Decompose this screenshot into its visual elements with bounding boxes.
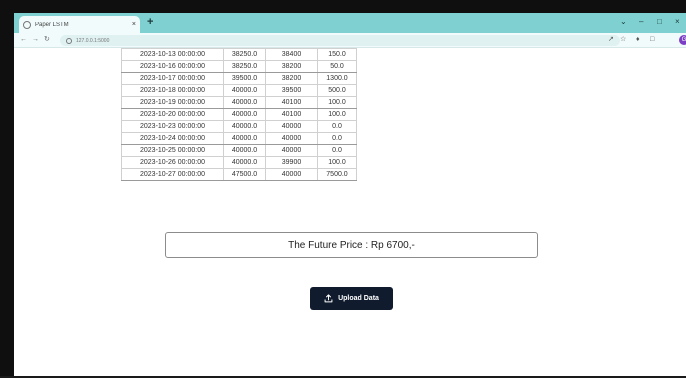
table-body: 2023-10-13 00:00:00 38250.0 38400 150.0 2023… bbox=[121, 48, 357, 181]
table-row: 2023-10-25 00:00:00 40000.0 40000 0.0 bbox=[121, 144, 357, 157]
table-row: 2023-10-17 00:00:00 39500.0 38200 1300.0 bbox=[121, 72, 357, 85]
table-row: 2023-10-13 00:00:00 38250.0 38400 150.0 bbox=[121, 48, 357, 61]
table-cell: 40000.0 bbox=[223, 156, 266, 169]
table-cell: 2023-10-13 00:00:00 bbox=[121, 48, 224, 61]
table-cell: 0.0 bbox=[317, 120, 357, 133]
table-cell: 2023-10-27 00:00:00 bbox=[121, 168, 224, 181]
table-cell: 40000.0 bbox=[223, 84, 266, 97]
table-cell: 1300.0 bbox=[317, 72, 357, 85]
table-cell: 2023-10-17 00:00:00 bbox=[121, 72, 224, 85]
browser-address-bar: ← → ↻ 127.0.0.1:5000 ↗ ☆ ♦ □ G ⋮ bbox=[14, 33, 686, 48]
screen-frame-left bbox=[0, 13, 14, 378]
table-row: 2023-10-16 00:00:00 38250.0 38200 50.0 bbox=[121, 60, 357, 73]
table-cell: 40000.0 bbox=[223, 108, 266, 121]
side-panel-icon[interactable]: □ bbox=[650, 36, 654, 44]
table-cell: 0.0 bbox=[317, 144, 357, 157]
table-cell: 40000 bbox=[265, 144, 318, 157]
table-row: 2023-10-20 00:00:00 40000.0 40100 100.0 bbox=[121, 108, 357, 121]
table-cell: 38250.0 bbox=[223, 48, 266, 61]
share-icon[interactable]: ↗ bbox=[608, 36, 614, 44]
table-cell: 39500 bbox=[265, 84, 318, 97]
table-cell: 2023-10-23 00:00:00 bbox=[121, 120, 224, 133]
minimize-button[interactable]: – bbox=[639, 17, 643, 26]
table-cell: 40000.0 bbox=[223, 96, 266, 109]
forward-arrow-icon[interactable]: → bbox=[32, 36, 39, 44]
table-cell: 100.0 bbox=[317, 96, 357, 109]
close-window-button[interactable]: × bbox=[675, 17, 680, 26]
table-cell: 100.0 bbox=[317, 156, 357, 169]
table-cell: 40000.0 bbox=[223, 120, 266, 133]
extensions-icon[interactable]: ♦ bbox=[636, 36, 640, 44]
table-cell: 7500.0 bbox=[317, 168, 357, 181]
table-cell: 40100 bbox=[265, 108, 318, 121]
table-cell: 2023-10-20 00:00:00 bbox=[121, 108, 224, 121]
table-cell: 40000 bbox=[265, 168, 318, 181]
table-cell: 40000 bbox=[265, 132, 318, 145]
table-cell: 38200 bbox=[265, 60, 318, 73]
table-cell: 40000.0 bbox=[223, 144, 266, 157]
globe-icon bbox=[23, 20, 31, 29]
future-price-text: The Future Price : Rp 6700,- bbox=[288, 239, 415, 251]
data-table: 2023-10-13 00:00:00 38250.0 38400 150.0 2023… bbox=[121, 48, 357, 181]
table-row: 2023-10-24 00:00:00 40000.0 40000 0.0 bbox=[121, 132, 357, 145]
profile-avatar[interactable]: G bbox=[679, 35, 686, 45]
url-text: 127.0.0.1:5000 bbox=[76, 37, 110, 44]
table-row: 2023-10-19 00:00:00 40000.0 40100 100.0 bbox=[121, 96, 357, 109]
table-cell: 2023-10-19 00:00:00 bbox=[121, 96, 224, 109]
table-cell: 500.0 bbox=[317, 84, 357, 97]
upload-button-label: Upload Data bbox=[338, 295, 379, 302]
table-cell: 0.0 bbox=[317, 132, 357, 145]
table-cell: 2023-10-25 00:00:00 bbox=[121, 144, 224, 157]
url-input[interactable]: 127.0.0.1:5000 bbox=[60, 35, 620, 46]
future-price-box: The Future Price : Rp 6700,- bbox=[165, 232, 538, 258]
reload-icon[interactable]: ↻ bbox=[44, 36, 50, 44]
table-cell: 2023-10-24 00:00:00 bbox=[121, 132, 224, 145]
upload-icon bbox=[324, 294, 333, 303]
table-cell: 47500.0 bbox=[223, 168, 266, 181]
table-cell: 39500.0 bbox=[223, 72, 266, 85]
table-cell: 40000 bbox=[265, 120, 318, 133]
table-row: 2023-10-23 00:00:00 40000.0 40000 0.0 bbox=[121, 120, 357, 133]
tab-search-chevron-icon[interactable]: ⌄ bbox=[620, 17, 627, 26]
browser-tab-bar: Paper LSTM × + ⌄ – □ × bbox=[14, 13, 686, 33]
table-cell: 2023-10-16 00:00:00 bbox=[121, 60, 224, 73]
table-cell: 2023-10-26 00:00:00 bbox=[121, 156, 224, 169]
upload-data-button[interactable]: Upload Data bbox=[310, 287, 393, 310]
screen-frame-top bbox=[0, 0, 686, 13]
back-arrow-icon[interactable]: ← bbox=[20, 36, 27, 44]
table-row: 2023-10-26 00:00:00 40000.0 39900 100.0 bbox=[121, 156, 357, 169]
table-row: 2023-10-18 00:00:00 40000.0 39500 500.0 bbox=[121, 84, 357, 97]
table-cell: 50.0 bbox=[317, 60, 357, 73]
new-tab-button[interactable]: + bbox=[147, 17, 153, 28]
table-cell: 2023-10-18 00:00:00 bbox=[121, 84, 224, 97]
table-cell: 38250.0 bbox=[223, 60, 266, 73]
table-cell: 38400 bbox=[265, 48, 318, 61]
table-cell: 39900 bbox=[265, 156, 318, 169]
maximize-button[interactable]: □ bbox=[657, 17, 662, 26]
bookmark-star-icon[interactable]: ☆ bbox=[620, 36, 626, 44]
table-cell: 40000.0 bbox=[223, 132, 266, 145]
table-cell: 100.0 bbox=[317, 108, 357, 121]
table-cell: 150.0 bbox=[317, 48, 357, 61]
tab-close-icon[interactable]: × bbox=[132, 21, 136, 28]
browser-tab[interactable]: Paper LSTM × bbox=[19, 16, 140, 33]
table-cell: 40100 bbox=[265, 96, 318, 109]
site-info-icon[interactable] bbox=[66, 37, 72, 44]
table-cell: 38200 bbox=[265, 72, 318, 85]
tab-title: Paper LSTM bbox=[35, 21, 69, 28]
table-row: 2023-10-27 00:00:00 47500.0 40000 7500.0 bbox=[121, 168, 357, 181]
